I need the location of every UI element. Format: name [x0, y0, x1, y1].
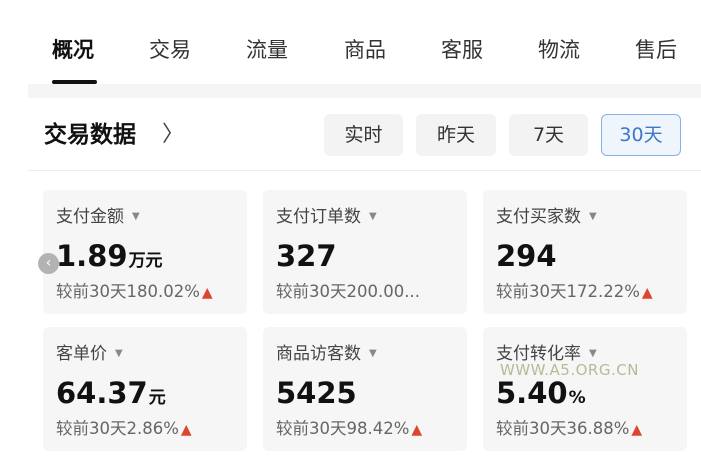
metric-card-payment-orders[interactable]: 支付订单数 ▼ 327 较前30天200.00...	[263, 190, 467, 314]
watermark: WWW.A5.ORG.CN	[500, 361, 639, 379]
chevron-right-icon[interactable]: 〉	[162, 122, 184, 148]
range-30days-button[interactable]: 30天	[601, 114, 681, 156]
caret-down-icon[interactable]: ▼	[369, 343, 377, 365]
metric-value: 327	[276, 239, 337, 273]
arrow-up-icon: ▲	[641, 285, 653, 301]
metric-value: 294	[496, 239, 557, 273]
metric-card-conversion-rate[interactable]: 支付转化率 ▼ 5.40% 较前30天36.88% ▲	[483, 327, 687, 451]
section-title[interactable]: 交易数据	[44, 120, 136, 150]
metric-label: 客单价	[56, 344, 107, 364]
metric-compare: 较前30天36.88%	[496, 419, 630, 438]
tab-overview[interactable]: 概况	[52, 36, 94, 64]
metric-value: 5425	[276, 376, 357, 410]
metric-compare: 较前30天200.00...	[276, 282, 420, 301]
tab-bar: 概况 交易 流量 商品 客服 物流 售后	[0, 0, 701, 84]
chevron-left-icon[interactable]: ‹	[38, 253, 59, 274]
caret-down-icon[interactable]: ▼	[369, 206, 377, 228]
metric-compare: 较前30天2.86%	[56, 419, 179, 438]
metric-card-avg-order-value[interactable]: 客单价 ▼ 64.37元 较前30天2.86% ▲	[43, 327, 247, 451]
arrow-up-icon: ▲	[201, 285, 213, 301]
arrow-up-icon: ▲	[631, 422, 643, 438]
metric-compare: 较前30天180.02%	[56, 282, 200, 301]
metric-label: 支付订单数	[276, 207, 361, 227]
metric-card-payment-buyers[interactable]: 支付买家数 ▼ 294 较前30天172.22% ▲	[483, 190, 687, 314]
range-realtime-button[interactable]: 实时	[324, 114, 403, 156]
metric-value: 5.40	[496, 376, 568, 410]
metric-value: 1.89	[56, 239, 128, 273]
metric-unit: %	[568, 388, 586, 408]
range-7days-button[interactable]: 7天	[509, 114, 588, 156]
section-separator	[28, 84, 701, 98]
metric-compare: 较前30天98.42%	[276, 419, 410, 438]
caret-down-icon[interactable]: ▼	[132, 206, 140, 228]
metric-label: 支付金额	[56, 207, 124, 227]
metric-compare: 较前30天172.22%	[496, 282, 640, 301]
divider	[28, 170, 701, 171]
arrow-up-icon: ▲	[411, 422, 423, 438]
metric-label: 支付买家数	[496, 207, 581, 227]
caret-down-icon[interactable]: ▼	[115, 343, 123, 365]
tab-after-sales[interactable]: 售后	[635, 36, 677, 64]
caret-down-icon[interactable]: ▼	[589, 206, 597, 228]
metric-card-payment-amount[interactable]: 支付金额 ▼ 1.89万元 较前30天180.02% ▲	[43, 190, 247, 314]
tab-customer-service[interactable]: 客服	[441, 36, 483, 64]
metric-unit: 万元	[128, 251, 163, 271]
metric-value: 64.37	[56, 376, 148, 410]
arrow-up-icon: ▲	[180, 422, 192, 438]
metric-label: 商品访客数	[276, 344, 361, 364]
metric-unit: 元	[148, 388, 166, 408]
tab-products[interactable]: 商品	[344, 36, 386, 64]
metric-card-product-visitors[interactable]: 商品访客数 ▼ 5425 较前30天98.42% ▲	[263, 327, 467, 451]
tab-trade[interactable]: 交易	[149, 36, 191, 64]
tab-logistics[interactable]: 物流	[538, 36, 580, 64]
tab-traffic[interactable]: 流量	[246, 36, 288, 64]
trade-data-header: 交易数据 〉 实时 昨天 7天 30天	[0, 98, 701, 170]
range-yesterday-button[interactable]: 昨天	[416, 114, 496, 156]
